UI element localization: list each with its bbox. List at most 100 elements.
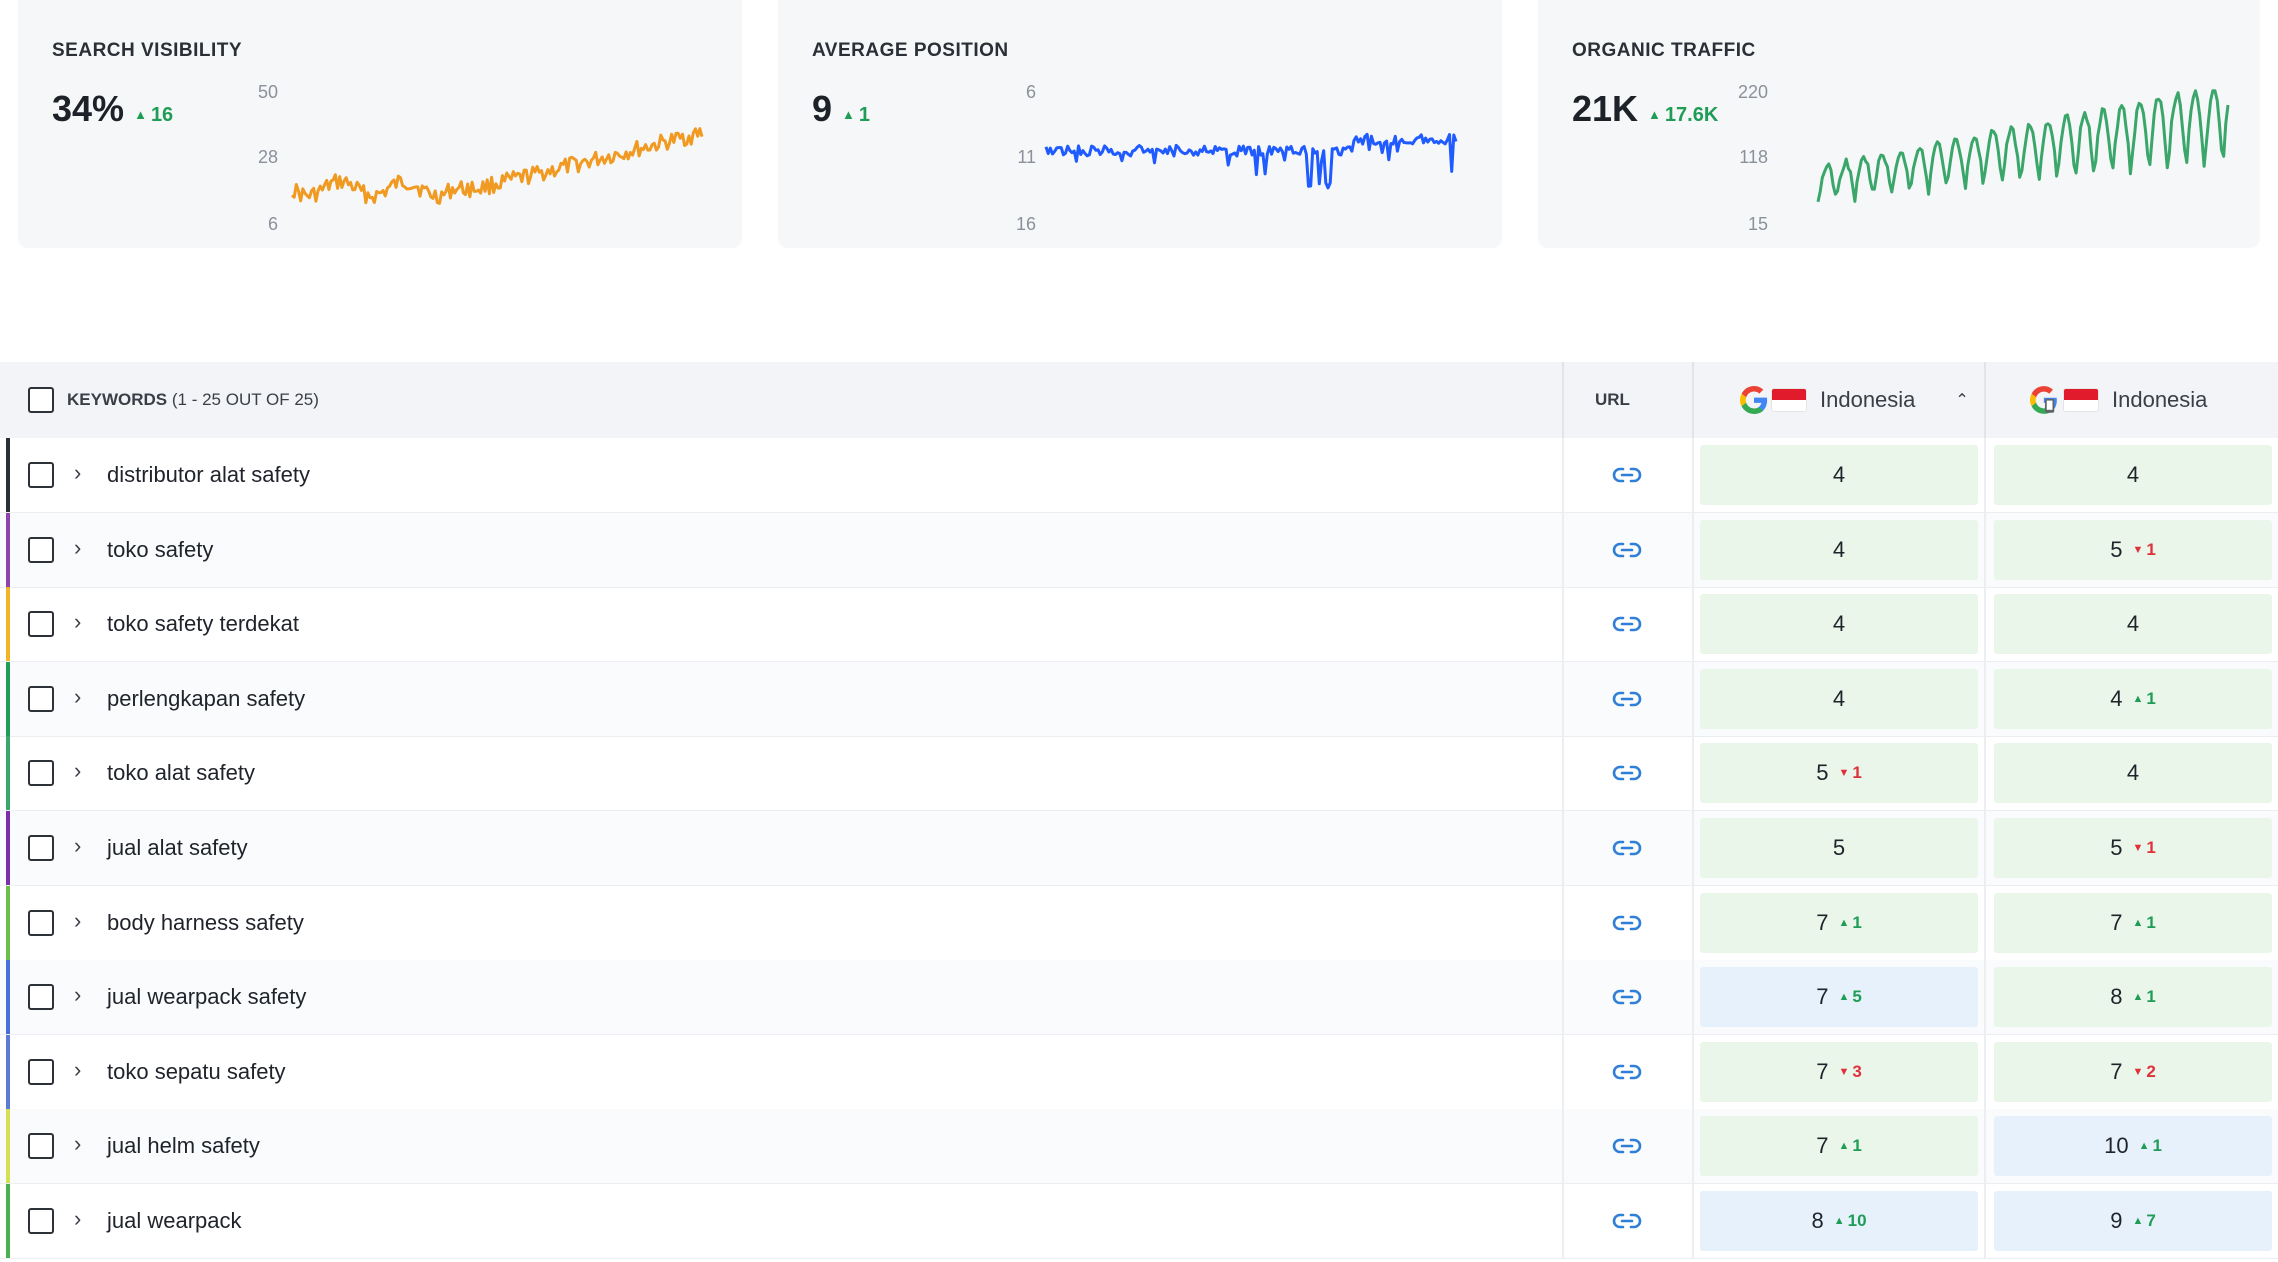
keyword-text[interactable]: body harness safety — [107, 910, 304, 936]
rank-cell-engine1[interactable]: 4 — [1700, 519, 1978, 580]
expand-chevron-icon[interactable]: › — [74, 460, 81, 486]
keyword-text[interactable]: perlengkapan safety — [107, 686, 305, 712]
row-checkbox[interactable] — [28, 909, 54, 936]
select-all-checkbox[interactable] — [28, 387, 54, 413]
rank-cell-engine1[interactable]: 5 ▼ 1 — [1700, 743, 1978, 804]
rank-cell-engine2[interactable]: 9 ▲ 7 — [1994, 1191, 2272, 1251]
engine2-column-header[interactable]: Indonesia — [2030, 362, 2207, 438]
arrow-up-icon: ▲ — [2132, 1215, 2144, 1227]
rank-cell-engine1[interactable]: 7 ▲ 1 — [1700, 1116, 1978, 1177]
keyword-text[interactable]: jual alat safety — [107, 835, 248, 861]
link-icon[interactable] — [1612, 984, 1642, 1010]
table-row[interactable]: › perlengkapan safety 4 4 ▲ 1 — [0, 661, 2278, 737]
average-position-card[interactable]: AVERAGE POSITION 9 ▲ 1 6 11 16 — [778, 0, 1502, 248]
row-checkbox[interactable] — [28, 1208, 54, 1234]
link-icon[interactable] — [1612, 835, 1642, 861]
link-icon[interactable] — [1612, 1059, 1642, 1085]
expand-chevron-icon[interactable]: › — [74, 908, 81, 934]
search-visibility-card[interactable]: SEARCH VISIBILITY 34% ▲ 16 50 28 6 — [18, 0, 742, 248]
rank-cell-engine2[interactable]: 7 ▼ 2 — [1994, 1041, 2272, 1102]
expand-chevron-icon[interactable]: › — [74, 1131, 81, 1157]
rank-cell-engine2[interactable]: 10 ▲ 1 — [1994, 1116, 2272, 1177]
indonesia-flag-icon — [1772, 389, 1806, 411]
table-row[interactable]: › jual helm safety 7 ▲ 1 10 ▲ 1 — [0, 1109, 2278, 1185]
rank-cell-engine1[interactable]: 4 — [1700, 594, 1978, 655]
expand-chevron-icon[interactable]: › — [74, 758, 81, 784]
divider — [1984, 736, 1986, 811]
link-icon[interactable] — [1612, 462, 1642, 488]
row-checkbox[interactable] — [28, 685, 54, 712]
link-icon[interactable] — [1612, 760, 1642, 786]
organic-traffic-card[interactable]: ORGANIC TRAFFIC 21K ▲ 17.6K 220 118 15 — [1538, 0, 2260, 248]
row-checkbox[interactable] — [28, 1133, 54, 1160]
row-checkbox[interactable] — [28, 536, 54, 563]
keyword-text[interactable]: toko alat safety — [107, 760, 255, 786]
rank-cell-engine2[interactable]: 4 — [1994, 594, 2272, 655]
sort-ascending-icon[interactable]: ⌃ — [1955, 390, 1968, 410]
keyword-text[interactable]: toko sepatu safety — [107, 1059, 286, 1085]
rank-position: 4 — [2126, 611, 2140, 637]
link-icon[interactable] — [1612, 1208, 1642, 1234]
rank-cell-engine1[interactable]: 4 — [1700, 445, 1978, 505]
divider — [1984, 1109, 1986, 1184]
rank-cell-engine2[interactable]: 7 ▲ 1 — [1994, 892, 2272, 953]
expand-chevron-icon[interactable]: › — [74, 833, 81, 859]
table-row[interactable]: › distributor alat safety 4 4 — [0, 438, 2278, 513]
expand-chevron-icon[interactable]: › — [74, 535, 81, 561]
table-row[interactable]: › toko sepatu safety 7 ▼ 3 7 ▼ 2 — [0, 1034, 2278, 1110]
table-row[interactable]: › jual wearpack safety 7 ▲ 5 8 ▲ 1 — [0, 960, 2278, 1036]
rank-cell-engine2[interactable]: 4 — [1994, 445, 2272, 505]
url-column-header[interactable]: URL — [1595, 362, 1630, 438]
arrow-up-icon: ▲ — [2138, 1140, 2150, 1153]
row-checkbox[interactable] — [28, 760, 54, 787]
metric-delta: ▲ 1 — [842, 104, 871, 126]
row-checkbox[interactable] — [28, 835, 54, 861]
rank-cell-engine1[interactable]: 5 — [1700, 818, 1978, 878]
rank-position: 10 — [2104, 1133, 2129, 1159]
link-icon[interactable] — [1612, 910, 1642, 936]
keyword-text[interactable]: jual wearpack safety — [107, 984, 306, 1010]
table-row[interactable]: › jual wearpack 8 ▲ 10 9 ▲ 7 — [0, 1184, 2278, 1259]
rank-cell-engine2[interactable]: 5 ▼ 1 — [1994, 818, 2272, 878]
table-row[interactable]: › body harness safety 7 ▲ 1 7 ▲ 1 — [0, 885, 2278, 961]
keywords-table: KEYWORDS (1 - 25 OUT OF 25) URL Indonesi… — [0, 362, 2278, 1262]
expand-chevron-icon[interactable]: › — [74, 1057, 81, 1083]
expand-chevron-icon[interactable]: › — [74, 609, 81, 635]
divider — [1692, 1109, 1694, 1184]
keywords-column-header[interactable]: KEYWORDS (1 - 25 OUT OF 25) — [67, 362, 319, 438]
table-row[interactable]: › toko safety terdekat 4 4 — [0, 587, 2278, 663]
row-checkbox[interactable] — [28, 984, 54, 1011]
metric-value: 9 — [812, 88, 833, 129]
table-row[interactable]: › toko safety 4 5 ▼ 1 — [0, 512, 2278, 588]
rank-cell-engine2[interactable]: 5 ▼ 1 — [1994, 519, 2272, 580]
rank-cell-engine1[interactable]: 4 — [1700, 668, 1978, 729]
rank-position: 5 — [2110, 835, 2123, 860]
row-checkbox[interactable] — [28, 611, 54, 638]
row-checkbox[interactable] — [28, 462, 54, 488]
arrow-up-icon: ▲ — [134, 107, 147, 122]
keyword-text[interactable]: distributor alat safety — [107, 462, 310, 488]
row-color-marker — [6, 438, 10, 512]
keyword-text[interactable]: toko safety — [107, 537, 213, 563]
link-icon[interactable] — [1612, 686, 1642, 712]
rank-cell-engine1[interactable]: 8 ▲ 10 — [1700, 1191, 1978, 1251]
rank-cell-engine1[interactable]: 7 ▼ 3 — [1700, 1041, 1978, 1102]
expand-chevron-icon[interactable]: › — [74, 684, 81, 710]
rank-cell-engine1[interactable]: 7 ▲ 5 — [1700, 967, 1978, 1028]
link-icon[interactable] — [1612, 611, 1642, 637]
keyword-text[interactable]: jual wearpack — [107, 1208, 242, 1234]
link-icon[interactable] — [1612, 1133, 1642, 1159]
link-icon[interactable] — [1612, 537, 1642, 563]
table-row[interactable]: › toko alat safety 5 ▼ 1 4 — [0, 736, 2278, 812]
rank-cell-engine2[interactable]: 4 ▲ 1 — [1994, 668, 2272, 729]
expand-chevron-icon[interactable]: › — [74, 1206, 81, 1232]
rank-cell-engine2[interactable]: 8 ▲ 1 — [1994, 967, 2272, 1028]
engine1-column-header[interactable]: Indonesia ⌃ — [1740, 362, 1969, 438]
table-row[interactable]: › jual alat safety 5 5 ▼ 1 — [0, 811, 2278, 886]
keyword-text[interactable]: jual helm safety — [107, 1133, 260, 1159]
row-checkbox[interactable] — [28, 1058, 54, 1085]
expand-chevron-icon[interactable]: › — [74, 982, 81, 1008]
rank-cell-engine2[interactable]: 4 — [1994, 743, 2272, 804]
rank-cell-engine1[interactable]: 7 ▲ 1 — [1700, 892, 1978, 953]
keyword-text[interactable]: toko safety terdekat — [107, 611, 299, 637]
